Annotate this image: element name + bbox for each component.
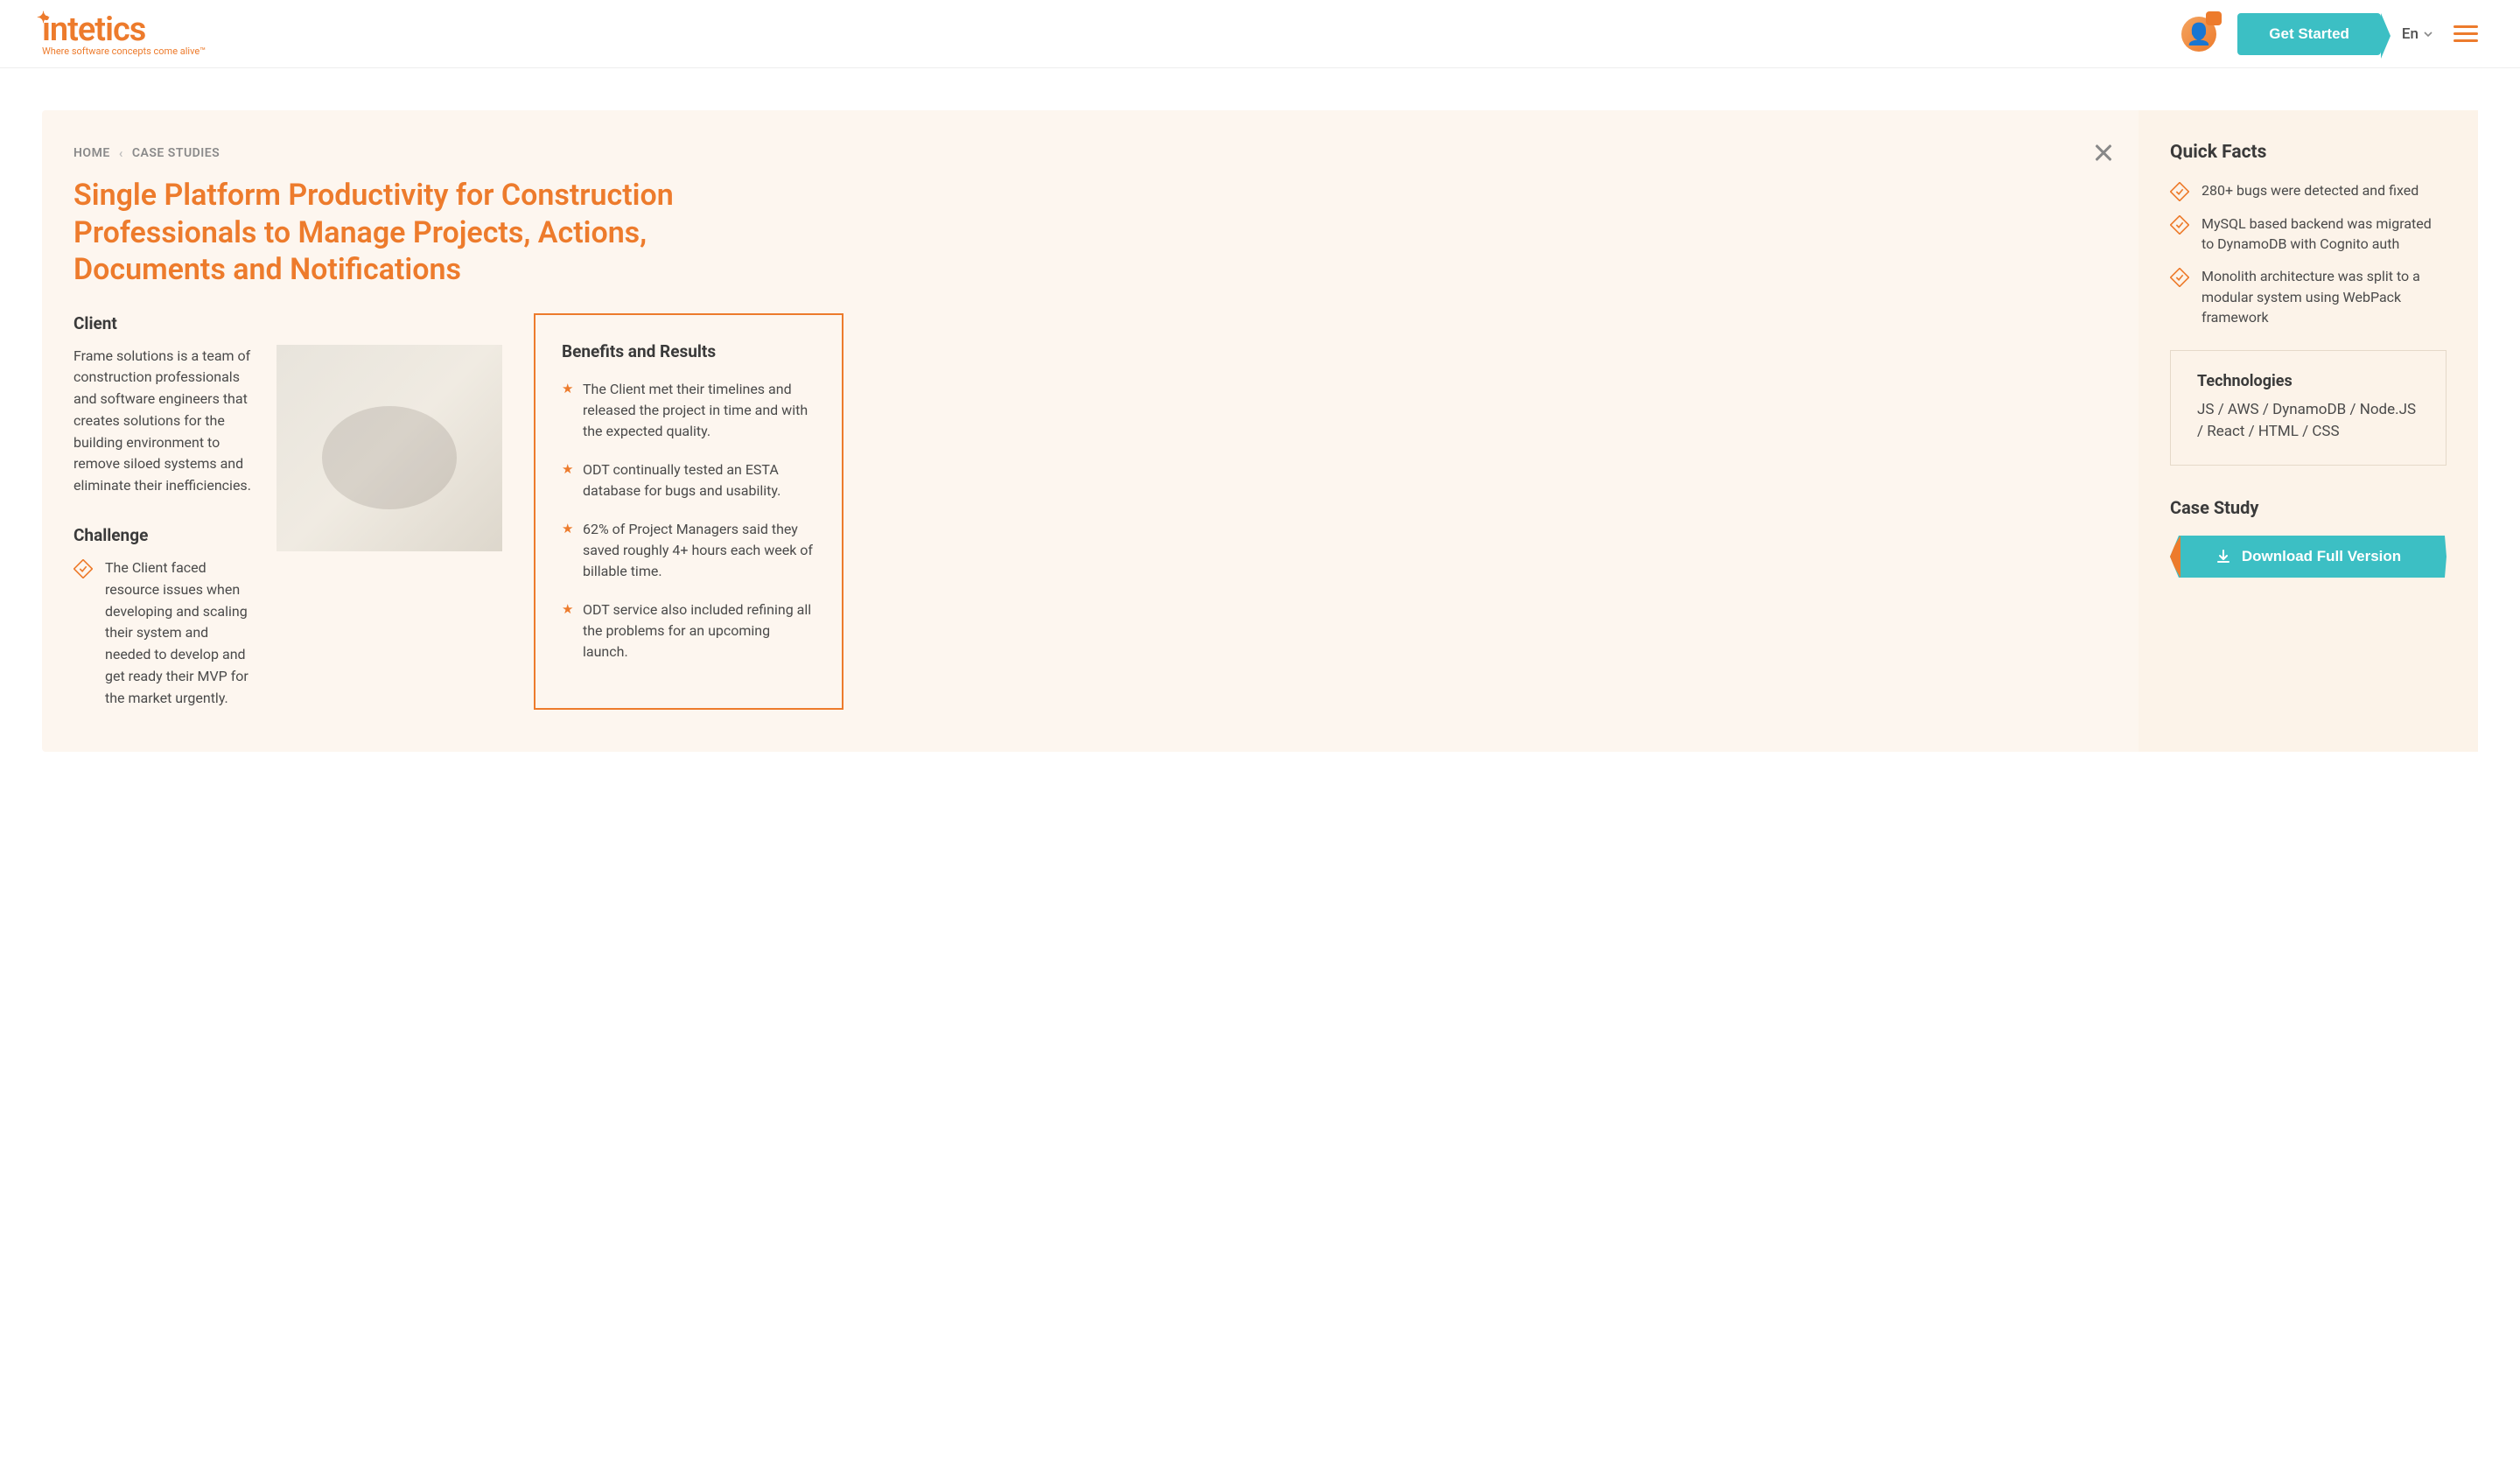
download-label: Download Full Version (2242, 548, 2401, 565)
text-column: Client Frame solutions is a team of cons… (74, 313, 257, 710)
sidebar: Quick Facts 280+ bugs were detected and … (2138, 110, 2478, 752)
header-actions: Get Started En (2181, 13, 2478, 55)
get-started-button[interactable]: Get Started (2237, 13, 2381, 55)
challenge-heading: Challenge (74, 525, 257, 545)
benefits-list: The Client met their timelines and relea… (562, 379, 816, 662)
diamond-check-icon (2170, 215, 2189, 235)
main-content: HOME ‹ CASE STUDIES Single Platform Prod… (42, 110, 2478, 752)
download-button[interactable]: Download Full Version (2170, 536, 2446, 578)
article-image (276, 345, 502, 551)
technologies-box: Technologies JS / AWS / DynamoDB / Node.… (2170, 350, 2446, 466)
site-header: ✦ intetics Where software concepts come … (0, 0, 2520, 68)
page-title: Single Platform Productivity for Constru… (74, 177, 738, 289)
quick-fact-text: MySQL based backend was migrated to Dyna… (2202, 214, 2446, 254)
list-item: MySQL based backend was migrated to Dyna… (2170, 214, 2446, 254)
logo-text: intetics (42, 11, 145, 49)
case-study-heading: Case Study (2170, 497, 2446, 518)
logo[interactable]: ✦ intetics Where software concepts come … (42, 11, 206, 57)
chat-avatar-icon[interactable] (2181, 17, 2216, 52)
list-item: 62% of Project Managers said they saved … (562, 519, 816, 582)
quick-facts-list: 280+ bugs were detected and fixed MySQL … (2170, 180, 2446, 327)
chevron-down-icon (2424, 30, 2432, 39)
quick-fact-text: 280+ bugs were detected and fixed (2202, 180, 2418, 200)
diamond-check-icon (74, 559, 93, 578)
breadcrumb-home[interactable]: HOME (74, 146, 110, 160)
technologies-heading: Technologies (2197, 372, 2419, 390)
breadcrumb-case-studies[interactable]: CASE STUDIES (132, 146, 220, 160)
challenge-item: The Client faced resource issues when de… (74, 557, 257, 710)
left-column: Client Frame solutions is a team of cons… (74, 313, 502, 710)
download-icon (2216, 549, 2231, 564)
language-selector[interactable]: En (2402, 25, 2432, 43)
content-grid: Client Frame solutions is a team of cons… (74, 313, 2096, 710)
close-icon[interactable] (2093, 142, 2114, 163)
diamond-check-icon (2170, 182, 2189, 201)
quick-fact-text: Monolith architecture was split to a mod… (2202, 266, 2446, 327)
language-label: En (2402, 25, 2418, 43)
list-item: Monolith architecture was split to a mod… (2170, 266, 2446, 327)
chat-bubble-icon (2206, 11, 2222, 25)
list-item: 280+ bugs were detected and fixed (2170, 180, 2446, 201)
benefits-box: Benefits and Results The Client met thei… (534, 313, 844, 710)
technologies-list: JS / AWS / DynamoDB / Node.JS / React / … (2197, 399, 2419, 444)
benefits-heading: Benefits and Results (562, 341, 816, 361)
hamburger-menu-icon[interactable] (2454, 25, 2478, 42)
list-item: ODT service also included refining all t… (562, 599, 816, 662)
breadcrumb: HOME ‹ CASE STUDIES (74, 145, 2096, 161)
list-item: The Client met their timelines and relea… (562, 379, 816, 442)
star-icon: ✦ (37, 9, 49, 27)
quick-facts-heading: Quick Facts (2170, 142, 2446, 163)
diamond-check-icon (2170, 268, 2189, 287)
chevron-left-icon: ‹ (119, 145, 123, 161)
article-panel: HOME ‹ CASE STUDIES Single Platform Prod… (42, 110, 2138, 752)
list-item: ODT continually tested an ESTA database … (562, 459, 816, 501)
client-body: Frame solutions is a team of constructio… (74, 346, 257, 498)
client-heading: Client (74, 313, 257, 333)
challenge-body: The Client faced resource issues when de… (105, 557, 257, 710)
